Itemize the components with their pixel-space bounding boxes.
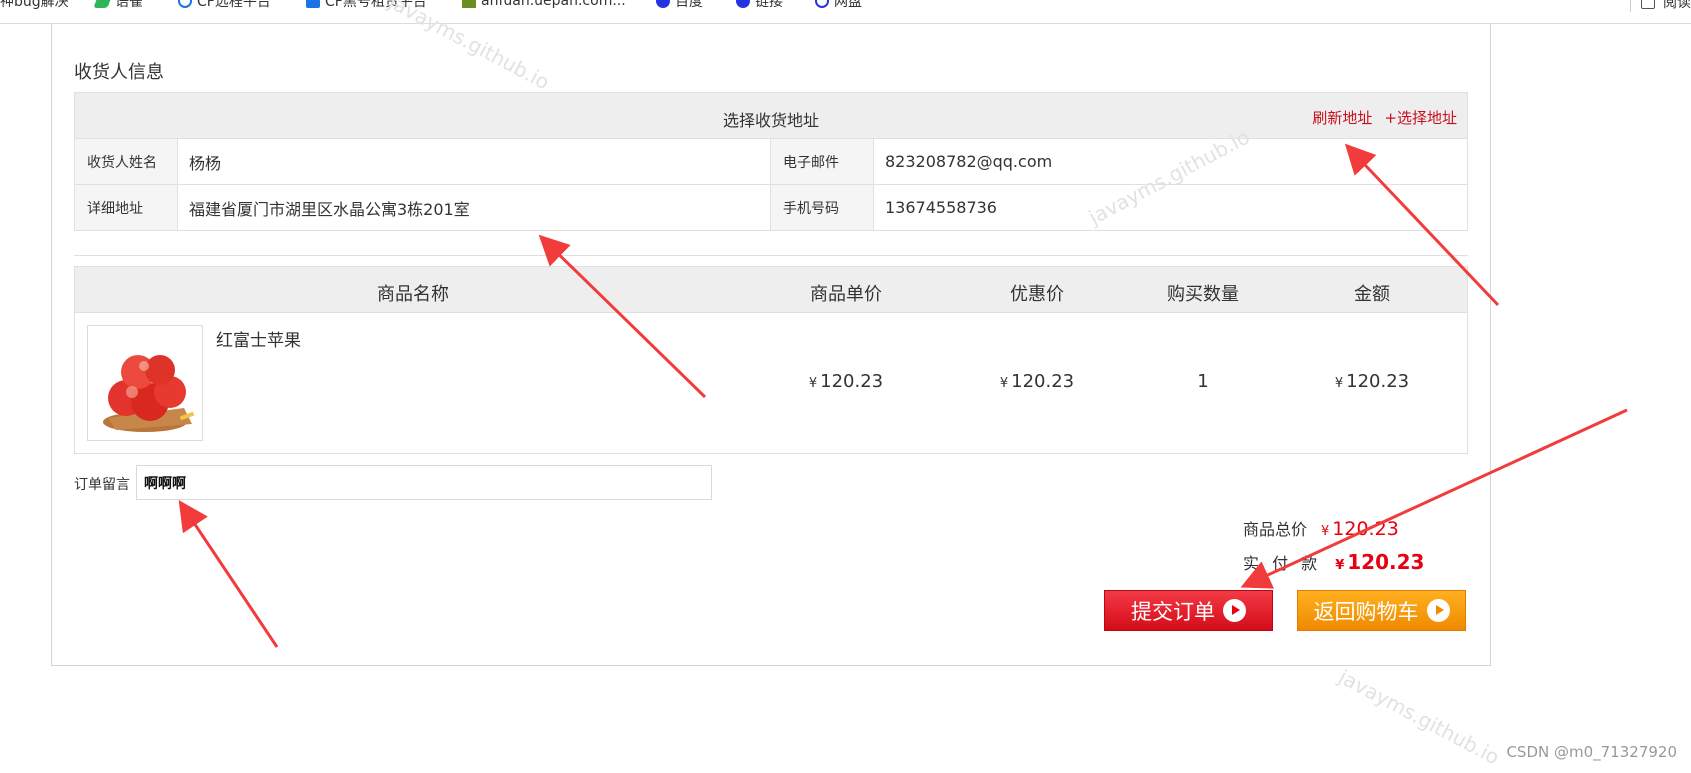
- address-row-detail: 详细地址 福建省厦门市湖里区水晶公寓3栋201室 手机号码 1367455873…: [74, 185, 1468, 231]
- phone-value: 13674558736: [885, 198, 997, 217]
- bookmark-item[interactable]: 网盘: [815, 0, 862, 10]
- reader-icon: [1641, 0, 1655, 9]
- detail-address-value: 福建省厦门市湖里区水晶公寓3栋201室: [178, 185, 771, 230]
- line-amount: ¥120.23: [1335, 371, 1409, 392]
- select-address-link[interactable]: +选择地址: [1384, 107, 1457, 128]
- discount-price: ¥120.23: [1000, 371, 1074, 392]
- paid-amount: ¥120.23: [1335, 550, 1424, 574]
- baidu-paw-icon: [736, 0, 750, 8]
- col-amount: 金额: [1354, 284, 1390, 305]
- apple-image-art: [103, 355, 195, 432]
- currency-symbol: ¥: [1321, 524, 1330, 539]
- cloud-disk-icon: [815, 0, 829, 8]
- paid-value: 120.23: [1347, 550, 1425, 574]
- detail-address-label: 详细地址: [75, 185, 178, 230]
- cf-shield-icon: [306, 0, 320, 8]
- currency-symbol: ¥: [999, 376, 1009, 391]
- bookmark-item[interactable]: anfuan.uepan.com...: [462, 0, 626, 10]
- address-header-title: 选择收货地址: [722, 111, 819, 130]
- apple-product-image[interactable]: [87, 325, 203, 441]
- play-arrow-icon: [1223, 599, 1246, 622]
- currency-symbol: ¥: [1335, 558, 1345, 573]
- bookmark-label: 链接: [755, 0, 783, 10]
- name-label: 收货人姓名: [75, 139, 178, 184]
- col-product-name: 商品名称: [377, 284, 449, 305]
- tree-icon: [462, 0, 476, 8]
- goods-total-amount: ¥120.23: [1321, 518, 1399, 540]
- currency-symbol: ¥: [808, 376, 818, 391]
- back-to-cart-button[interactable]: 返回购物车: [1297, 590, 1466, 631]
- bookmark-item[interactable]: CF远程平台: [178, 0, 271, 10]
- goods-total-label: 商品总价: [1243, 520, 1308, 539]
- unit-price: ¥120.23: [809, 371, 883, 392]
- bookmark-label: CF远程平台: [197, 0, 271, 10]
- address-row-name: 收货人姓名 杨杨 电子邮件 823208782@qq.com: [74, 139, 1468, 185]
- bookmark-label: 网盘: [834, 0, 862, 10]
- paid-label: 实 付 款: [1243, 554, 1322, 573]
- watermark: javayms.github.io: [1334, 664, 1504, 770]
- bookmark-item[interactable]: 链接: [736, 0, 783, 10]
- bookmark-label: anfuan.uepan.com...: [481, 0, 626, 9]
- remark-label: 订单留言: [74, 477, 130, 493]
- quantity: 1: [1197, 371, 1209, 392]
- play-arrow-icon: [1426, 599, 1450, 622]
- address-header: 选择收货地址 刷新地址 +选择地址: [74, 92, 1468, 139]
- refresh-address-link[interactable]: 刷新地址: [1312, 107, 1372, 128]
- col-discount-price: 优惠价: [1010, 284, 1064, 305]
- csdn-credit: CSDN @m0_71327920: [1506, 743, 1677, 761]
- phone-label: 手机号码: [771, 185, 874, 230]
- table-row: 红富士苹果 ¥120.23 ¥120.23 1 ¥120.23: [74, 313, 1468, 454]
- baidu-paw-icon: [656, 0, 670, 8]
- col-quantity: 购买数量: [1167, 284, 1239, 305]
- bookmark-label: 语雀: [115, 0, 143, 10]
- bookmark-item[interactable]: 百度: [656, 0, 703, 10]
- unit-price-value: 120.23: [820, 371, 884, 392]
- submit-order-button[interactable]: 提交订单: [1104, 590, 1273, 631]
- section-divider: [74, 255, 1468, 256]
- name-value: 杨杨: [178, 139, 771, 184]
- submit-order-label: 提交订单: [1131, 599, 1215, 624]
- goods-total-value: 120.23: [1332, 518, 1399, 540]
- line-amount-value: 120.23: [1346, 371, 1410, 392]
- back-to-cart-label: 返回购物车: [1313, 599, 1419, 624]
- email-label: 电子邮件: [771, 139, 874, 184]
- reader-mode-button[interactable]: 阅读: [1630, 0, 1691, 12]
- bookmark-item[interactable]: 神bug解决: [0, 0, 69, 10]
- goods-table-header: 商品名称 商品单价 优惠价 购买数量 金额: [74, 266, 1468, 313]
- bookmark-label: 百度: [675, 0, 703, 10]
- reader-label: 阅读: [1663, 0, 1691, 11]
- col-unit-price: 商品单价: [810, 284, 882, 305]
- bookmarks-bar: 神bug解决 语雀 CF远程平台 CF黑号租赁平台 anfuan.uepan.c…: [0, 0, 1691, 24]
- order-remark-input[interactable]: [136, 465, 712, 500]
- bookmark-label: 神bug解决: [0, 0, 69, 10]
- product-name-link[interactable]: 红富士苹果: [216, 326, 301, 351]
- yuque-icon: [93, 0, 113, 8]
- currency-symbol: ¥: [1334, 376, 1344, 391]
- cf-icon: [178, 0, 192, 8]
- bookmark-item[interactable]: 语雀: [93, 0, 143, 10]
- goods-total: 商品总价 ¥120.23: [1243, 516, 1399, 540]
- paid-total: 实 付 款 ¥120.23: [1243, 550, 1424, 574]
- section-title: 收货人信息: [74, 62, 164, 83]
- discount-price-value: 120.23: [1011, 371, 1075, 392]
- address-actions: 刷新地址 +选择地址: [1312, 107, 1457, 128]
